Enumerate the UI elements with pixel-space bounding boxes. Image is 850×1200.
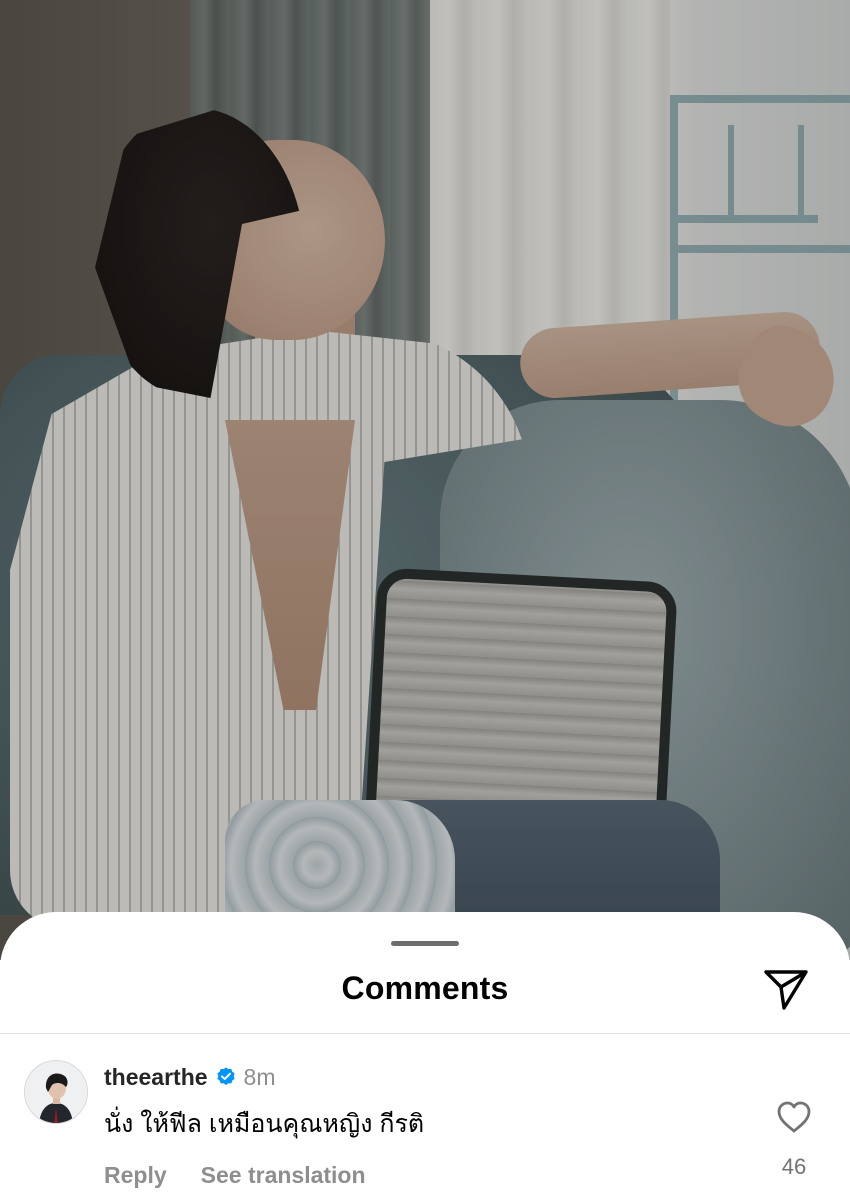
comment-item: theearthe 8m นั่ง ให้ฟีล เหมือนคุณหญิง ก… bbox=[0, 1034, 850, 1200]
heart-outline-icon bbox=[777, 1101, 811, 1133]
avatar-image bbox=[25, 1061, 87, 1123]
verified-badge-icon bbox=[216, 1067, 235, 1085]
comments-sheet: Comments theearthe 8m นั่ง ให้ฟีล เหมือน… bbox=[0, 912, 850, 1200]
drag-handle[interactable] bbox=[391, 941, 459, 946]
post-photo bbox=[0, 0, 850, 960]
comment-timestamp: 8m bbox=[243, 1063, 276, 1090]
avatar[interactable] bbox=[24, 1060, 88, 1124]
comment-actions: Reply See translation bbox=[104, 1162, 366, 1189]
like-count: 46 bbox=[781, 1154, 807, 1179]
reply-button[interactable]: Reply bbox=[104, 1162, 167, 1189]
screen: Comments theearthe 8m นั่ง ให้ฟีล เหมือน… bbox=[0, 0, 850, 1200]
comment-text: นั่ง ให้ฟีล เหมือนคุณหญิง กีรติ bbox=[104, 1110, 425, 1138]
comment-username[interactable]: theearthe bbox=[104, 1064, 208, 1091]
photo-dim-overlay[interactable] bbox=[0, 0, 850, 960]
paper-plane-icon bbox=[764, 970, 808, 1010]
see-translation-button[interactable]: See translation bbox=[201, 1162, 366, 1189]
like-button[interactable] bbox=[776, 1100, 812, 1134]
share-button[interactable] bbox=[762, 968, 810, 1012]
sheet-title: Comments bbox=[341, 970, 509, 1006]
comment-header: theearthe 8m bbox=[104, 1062, 276, 1092]
